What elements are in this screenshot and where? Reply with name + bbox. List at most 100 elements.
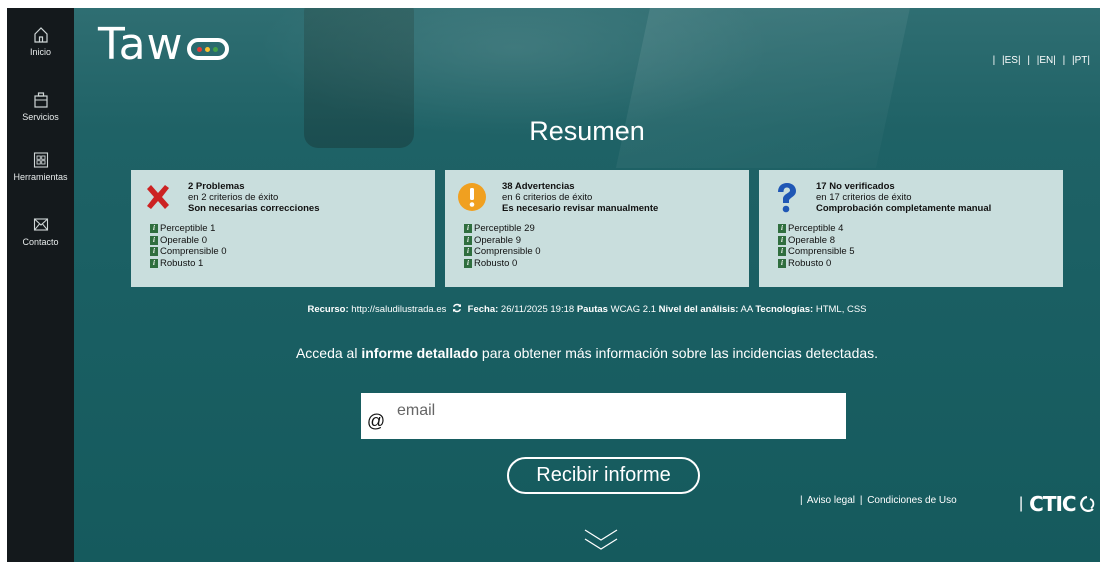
lang-separator: |: [1062, 55, 1066, 66]
list-item: i Operable 8: [778, 235, 855, 247]
refresh-icon[interactable]: [452, 303, 462, 313]
list-item: i Perceptible 4: [778, 223, 855, 235]
report-prompt: Acceda al informe detallado para obtener…: [74, 345, 1100, 361]
info-icon: i: [464, 247, 472, 257]
card-note: Es necesario revisar manualmente: [502, 203, 659, 214]
info-icon: i: [150, 235, 158, 245]
tech-label: Tecnologías:: [755, 304, 814, 315]
date-label: Fecha:: [467, 304, 499, 315]
list-item: i Robusto 1: [150, 258, 227, 270]
sidebar-item-label: Herramientas: [13, 172, 68, 182]
list-item: i Robusto 0: [464, 258, 541, 270]
briefcase-icon: [33, 92, 48, 108]
red-cross-icon: [147, 185, 169, 209]
list-item: i Perceptible 1: [150, 223, 227, 235]
card-heading: 38 Advertencias en 6 criterios de éxito …: [502, 181, 658, 214]
question-icon: [778, 183, 796, 213]
sidebar-item-inicio[interactable]: Inicio: [7, 26, 74, 57]
info-icon: i: [778, 235, 786, 245]
home-icon: [33, 27, 48, 43]
report-prompt-bold: informe detallado: [361, 345, 479, 361]
footer-separator: |: [859, 495, 863, 506]
resource-value[interactable]: http://saludilustrada.es: [351, 304, 446, 315]
info-icon: i: [778, 224, 786, 234]
receive-report-button[interactable]: Recibir informe: [507, 457, 700, 494]
lang-separator: |: [1027, 55, 1030, 66]
ctic-logo[interactable]: | CTIC: [1019, 492, 1099, 516]
card-criteria: en 17 criterios de éxito: [816, 192, 912, 203]
summary-card-warnings: 38 Advertencias en 6 criterios de éxito …: [445, 170, 749, 287]
chevron-down-icon[interactable]: [583, 526, 619, 554]
card-title: 38 Advertencias: [502, 181, 575, 192]
summary-card-unverified: 17 No verificados en 17 criterios de éxi…: [759, 170, 1063, 287]
app-frame: Inicio Servicios Herramientas Contacto T…: [7, 8, 1100, 562]
ctic-swirl-icon: [1079, 495, 1094, 512]
list-item: i Perceptible 29: [464, 223, 541, 235]
footer-separator: |: [800, 495, 803, 506]
info-icon: i: [778, 258, 786, 268]
guidelines-label: Pautas: [576, 304, 608, 315]
sidebar-item-servicios[interactable]: Servicios: [7, 91, 74, 122]
email-field-wrapper: @: [361, 393, 846, 439]
warning-icon: [458, 183, 486, 211]
legal-link[interactable]: Aviso legal: [807, 495, 855, 506]
card-title: 17 No verificados: [816, 181, 895, 192]
grid-icon: [33, 152, 48, 168]
list-item: i Comprensible 5: [778, 246, 855, 258]
traffic-light-icon: [186, 38, 229, 60]
logo-text: Taw: [98, 19, 184, 70]
footer-separator: |: [1019, 495, 1024, 512]
date-value: 26/11/2025 19:18: [500, 304, 575, 315]
card-heading: 17 No verificados en 17 criterios de éxi…: [816, 181, 991, 214]
sidebar-item-label: Contacto: [22, 237, 59, 247]
card-list: i Perceptible 4 i Operable 8 i Comprensible…: [778, 223, 855, 269]
analysis-meta: Recurso: http://saludilustrada.es Fecha:…: [74, 303, 1100, 315]
list-item: i Operable 0: [150, 235, 227, 247]
card-note: Son necesarias correcciones: [188, 203, 320, 214]
list-item: i Robusto 0: [778, 258, 855, 270]
main-content: Taw | |ES| | |EN| | |PT| Resumen 2 Probl…: [74, 8, 1100, 562]
sidebar: Inicio Servicios Herramientas Contacto: [7, 8, 74, 562]
card-criteria: en 6 criterios de éxito: [502, 192, 593, 203]
report-prompt-after: para obtener más información sobre las i…: [481, 345, 879, 361]
report-prompt-before: Acceda al: [295, 345, 358, 361]
card-heading: 2 Problemas en 2 criterios de éxito Son …: [188, 181, 320, 214]
card-list: i Perceptible 29 i Operable 9 i Comprensibl…: [464, 223, 541, 269]
lang-pt[interactable]: |PT|: [1072, 55, 1090, 66]
lang-es[interactable]: |ES|: [1002, 55, 1021, 66]
language-selector: | |ES| | |EN| | |PT|: [991, 55, 1092, 66]
guidelines-value: WCAG 2.1: [610, 304, 657, 315]
lang-en[interactable]: |EN|: [1037, 55, 1056, 66]
ctic-logo-text: CTIC: [1029, 492, 1076, 516]
mail-icon: [33, 218, 48, 231]
email-field[interactable]: [391, 396, 831, 426]
lang-separator: |: [992, 55, 996, 66]
card-criteria: en 2 criterios de éxito: [188, 192, 279, 203]
info-icon: i: [150, 247, 158, 257]
taw-logo[interactable]: Taw: [98, 22, 229, 68]
level-label: Nivel del análisis:: [658, 304, 739, 315]
list-item: i Operable 9: [464, 235, 541, 247]
card-note: Comprobación completamente manual: [816, 203, 992, 214]
list-item: i Comprensible 0: [150, 246, 227, 258]
info-icon: i: [150, 224, 158, 234]
info-icon: i: [464, 258, 472, 268]
footer-links: | Aviso legal | Condiciones de Uso: [798, 495, 957, 506]
at-icon: @: [366, 410, 386, 431]
info-icon: i: [778, 247, 786, 257]
sidebar-item-label: Inicio: [29, 47, 51, 57]
info-icon: i: [464, 224, 472, 234]
card-title: 2 Problemas: [188, 181, 245, 192]
resource-label: Recurso:: [307, 304, 349, 315]
card-list: i Perceptible 1 i Operable 0 i Comprensible…: [150, 223, 227, 269]
sidebar-item-contacto[interactable]: Contacto: [7, 216, 74, 247]
tech-value: HTML, CSS: [815, 304, 867, 315]
terms-link[interactable]: Condiciones de Uso: [867, 495, 957, 506]
info-icon: i: [150, 258, 158, 268]
summary-card-problems: 2 Problemas en 2 criterios de éxito Son …: [131, 170, 435, 287]
list-item: i Comprensible 0: [464, 246, 541, 258]
info-icon: i: [464, 235, 472, 245]
page-title: Resumen: [529, 116, 645, 146]
sidebar-item-herramientas[interactable]: Herramientas: [7, 151, 74, 182]
level-value: AA: [740, 304, 753, 315]
